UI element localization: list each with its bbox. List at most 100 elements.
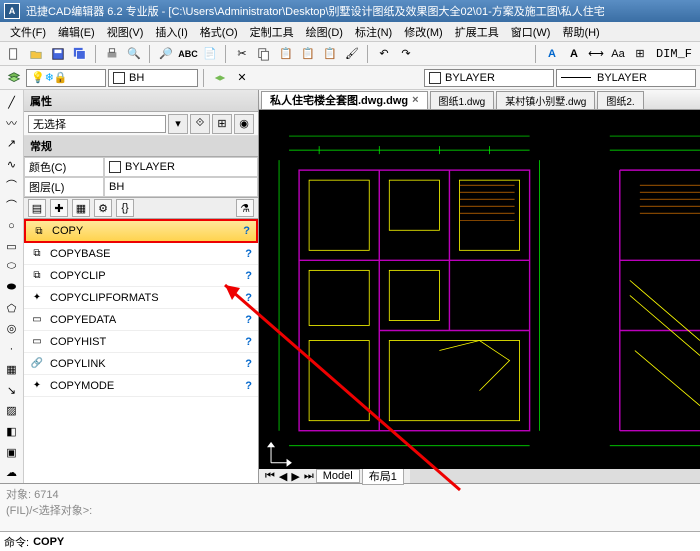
- menu-insert[interactable]: 插入(I): [149, 22, 193, 42]
- ac-tab-gear-icon[interactable]: ⚙: [94, 199, 112, 217]
- text-a-icon[interactable]: A: [542, 44, 562, 64]
- new-icon[interactable]: [4, 44, 24, 64]
- select-sim-icon[interactable]: ⊞: [212, 114, 232, 134]
- menu-file[interactable]: 文件(F): [4, 22, 52, 42]
- redo-icon[interactable]: ↷: [396, 44, 416, 64]
- ellipse-tool-icon[interactable]: ⬭: [1, 258, 23, 277]
- help-icon[interactable]: ?: [245, 336, 252, 348]
- ac-tab-bracket-icon[interactable]: {}: [116, 199, 134, 217]
- cad-canvas[interactable]: [259, 110, 700, 469]
- table-icon[interactable]: ⊞: [630, 44, 650, 64]
- layer-clear-icon[interactable]: ✕: [232, 68, 252, 88]
- curve-tool-icon[interactable]: ⌒: [1, 175, 23, 194]
- save-all-icon[interactable]: [70, 44, 90, 64]
- ac-item-copybase[interactable]: ⧉ COPYBASE ?: [24, 243, 258, 265]
- menu-exttools[interactable]: 扩展工具: [449, 22, 505, 42]
- help-icon[interactable]: ?: [245, 292, 252, 304]
- tab-nav-next-icon[interactable]: ▶: [289, 470, 301, 483]
- layer-combo[interactable]: BH: [108, 69, 198, 87]
- text-style-icon[interactable]: Aa: [608, 44, 628, 64]
- menu-dim[interactable]: 标注(N): [349, 22, 398, 42]
- help-icon[interactable]: ?: [245, 358, 252, 370]
- find-icon[interactable]: 🔎: [156, 44, 176, 64]
- revcloud-tool-icon[interactable]: ☁: [1, 463, 23, 482]
- quick-select-icon[interactable]: ⟐: [190, 114, 210, 134]
- spell-icon[interactable]: ABC: [178, 44, 198, 64]
- doc-icon[interactable]: 📄: [200, 44, 220, 64]
- dim-icon[interactable]: ⟷: [586, 44, 606, 64]
- spline-tool-icon[interactable]: ∿: [1, 155, 23, 174]
- tab-nav-first-icon[interactable]: ⏮: [263, 470, 277, 483]
- close-tab-icon[interactable]: ×: [412, 94, 418, 106]
- text-a2-icon[interactable]: A: [564, 44, 584, 64]
- help-icon[interactable]: ?: [245, 248, 252, 260]
- menu-view[interactable]: 视图(V): [101, 22, 150, 42]
- layer-prev-icon[interactable]: [210, 68, 230, 88]
- menu-modify[interactable]: 修改(M): [398, 22, 449, 42]
- ring-tool-icon[interactable]: ◎: [1, 319, 23, 338]
- ac-item-copylink[interactable]: 🔗 COPYLINK ?: [24, 353, 258, 375]
- help-icon[interactable]: ?: [243, 225, 250, 237]
- circle-tool-icon[interactable]: ○: [1, 216, 23, 235]
- command-line[interactable]: 命令: COPY: [0, 531, 700, 551]
- layer-state-combo[interactable]: 💡❄🔒: [26, 69, 106, 87]
- horizontal-scrollbar[interactable]: [410, 469, 700, 483]
- paste-as-icon[interactable]: 📋: [320, 44, 340, 64]
- ac-tab-flask-icon[interactable]: ⚗: [236, 199, 254, 217]
- model-tab[interactable]: Model: [316, 469, 360, 483]
- gradient-tool-icon[interactable]: ◧: [1, 422, 23, 441]
- open-icon[interactable]: [26, 44, 46, 64]
- linetype-combo[interactable]: BYLAYER: [556, 69, 696, 87]
- ac-tab-mark-icon[interactable]: ✚: [50, 199, 68, 217]
- menu-edit[interactable]: 编辑(E): [52, 22, 101, 42]
- layout-tab[interactable]: 布局1: [362, 467, 404, 485]
- print-icon[interactable]: [102, 44, 122, 64]
- copy-icon[interactable]: [254, 44, 274, 64]
- paste-icon[interactable]: 📋: [298, 44, 318, 64]
- boundary-tool-icon[interactable]: ▣: [1, 443, 23, 462]
- undo-icon[interactable]: ↶: [374, 44, 394, 64]
- ac-item-copymode[interactable]: ✦ COPYMODE ?: [24, 375, 258, 397]
- copy-base-icon[interactable]: 📋: [276, 44, 296, 64]
- prop-val-layer[interactable]: BH: [104, 177, 258, 197]
- arrow-tool-icon[interactable]: ↗: [1, 134, 23, 153]
- polyline-tool-icon[interactable]: 〰: [1, 114, 23, 133]
- ac-tab-group-icon[interactable]: ▦: [72, 199, 90, 217]
- doc-tab[interactable]: 图纸1.dwg: [430, 91, 495, 109]
- menu-draw[interactable]: 绘图(D): [300, 22, 349, 42]
- ac-item-copyhist[interactable]: ▭ COPYHIST ?: [24, 331, 258, 353]
- hatch-tool-icon[interactable]: ▨: [1, 402, 23, 421]
- ac-tab-recent-icon[interactable]: ▤: [28, 199, 46, 217]
- menu-help[interactable]: 帮助(H): [556, 22, 605, 42]
- menu-customtools[interactable]: 定制工具: [244, 22, 300, 42]
- tab-nav-prev-icon[interactable]: ◀: [277, 470, 289, 483]
- selection-dropdown-icon[interactable]: ▾: [168, 114, 188, 134]
- color-combo[interactable]: BYLAYER: [424, 69, 554, 87]
- selection-combo[interactable]: 无选择: [28, 115, 166, 133]
- cut-icon[interactable]: ✂: [232, 44, 252, 64]
- rect-tool-icon[interactable]: ▭: [1, 237, 23, 256]
- pickpoint-icon[interactable]: ◉: [234, 114, 254, 134]
- tab-nav-last-icon[interactable]: ⏭: [302, 470, 316, 483]
- help-icon[interactable]: ?: [245, 380, 252, 392]
- leader-tool-icon[interactable]: ↘: [1, 381, 23, 400]
- save-icon[interactable]: [48, 44, 68, 64]
- arc-tool-icon[interactable]: ⌒: [1, 196, 23, 215]
- format-painter-icon[interactable]: 🖌: [342, 44, 362, 64]
- doc-tab[interactable]: 某村镇小别墅.dwg: [496, 91, 595, 109]
- line-tool-icon[interactable]: ╱: [1, 93, 23, 112]
- ac-item-copyclipformats[interactable]: ✦ COPYCLIPFORMATS ?: [24, 287, 258, 309]
- ac-item-copyclip[interactable]: ⧉ COPYCLIP ?: [24, 265, 258, 287]
- layer-manager-icon[interactable]: [4, 68, 24, 88]
- help-icon[interactable]: ?: [245, 270, 252, 282]
- doc-tab[interactable]: 图纸2.: [597, 91, 643, 109]
- menu-format[interactable]: 格式(O): [194, 22, 244, 42]
- ellipse-arc-tool-icon[interactable]: ⬬: [1, 278, 23, 297]
- point-tool-icon[interactable]: ·: [1, 340, 23, 359]
- menu-window[interactable]: 窗口(W): [505, 22, 557, 42]
- ac-item-copyedata[interactable]: ▭ COPYEDATA ?: [24, 309, 258, 331]
- block-tool-icon[interactable]: ▦: [1, 361, 23, 380]
- polygon-tool-icon[interactable]: ⬠: [1, 299, 23, 318]
- doc-tab-active[interactable]: 私人住宅楼全套图.dwg.dwg ×: [261, 91, 428, 109]
- ac-item-copy[interactable]: ⧉ COPY ?: [24, 219, 258, 243]
